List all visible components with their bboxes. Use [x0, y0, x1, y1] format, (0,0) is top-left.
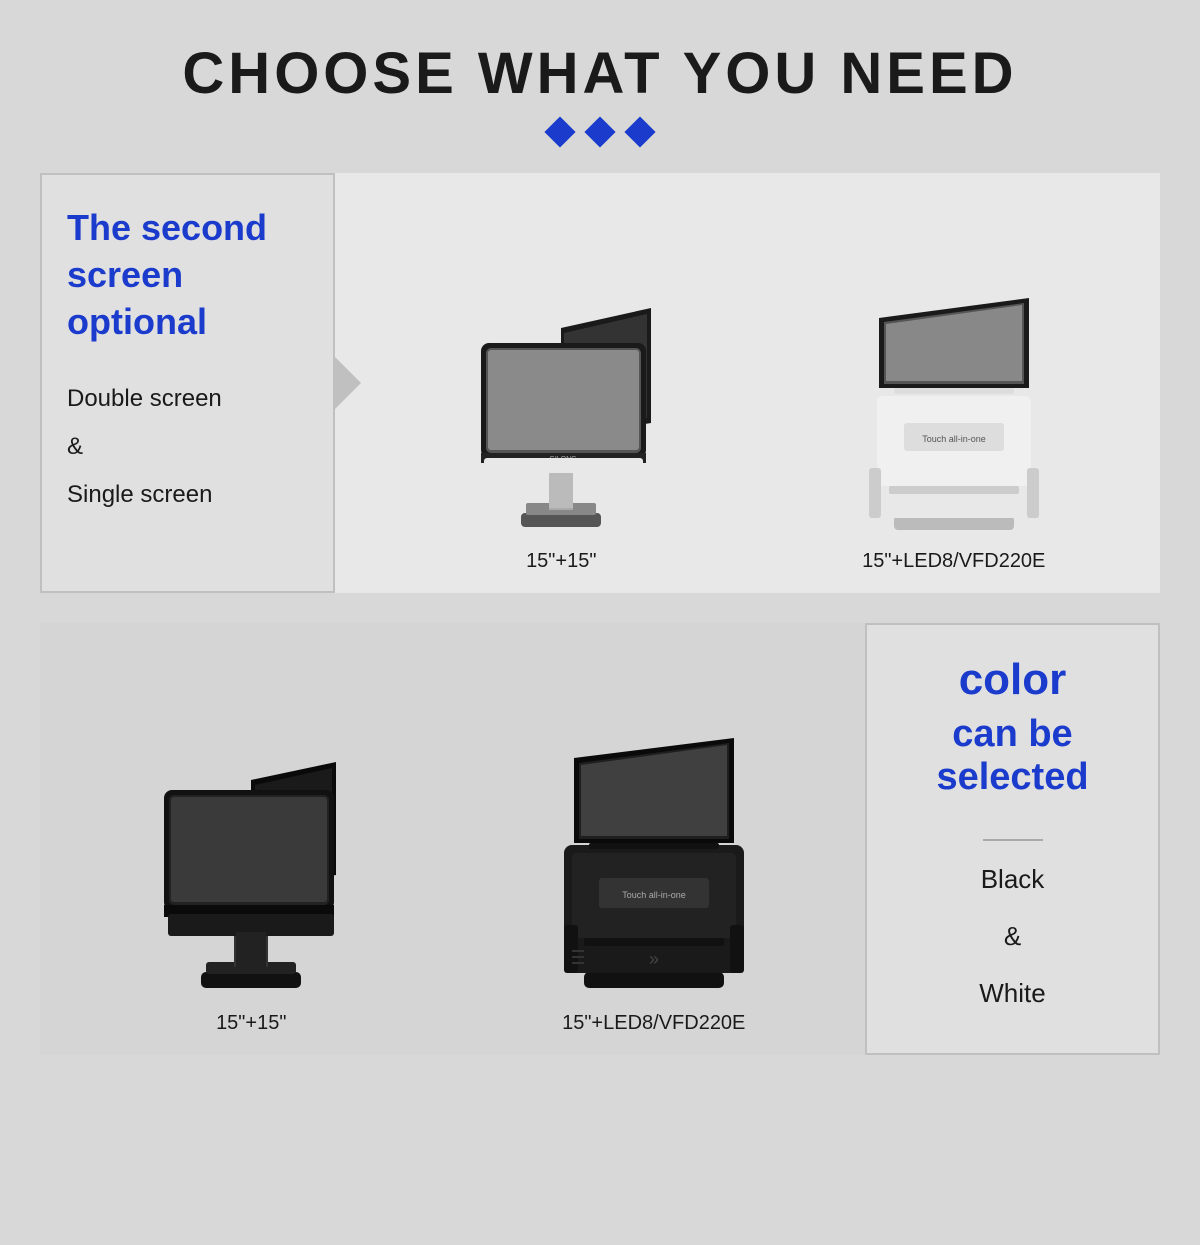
double-screen-black-svg: GILONG TOUCH ALL-IN-ONE: [146, 710, 356, 1000]
diamond-icon-1: [544, 116, 575, 147]
bottom-product-2-label: 15"+LED8/VFD220E: [562, 1012, 745, 1035]
top-product-1-label: 15"+15": [526, 550, 596, 573]
second-screen-title: The second screen optional: [67, 205, 308, 345]
diamond-icon-2: [584, 116, 615, 147]
double-screen-white-svg: GILONG: [456, 268, 666, 538]
svg-text:Touch all-in-one: Touch all-in-one: [922, 434, 986, 444]
color-subtitle: can be selected: [892, 713, 1133, 799]
page-wrapper: CHOOSE WHAT YOU NEED The second screen o…: [0, 0, 1200, 1095]
top-product-2: Touch all-in-one 15"+LED8/VFD220E: [778, 268, 1131, 573]
bottom-products-area: GILONG TOUCH ALL-IN-ONE 15"+15": [40, 623, 865, 1055]
printer-white-svg: Touch all-in-one: [839, 268, 1069, 538]
top-section: The second screen optional Double screen…: [40, 173, 1160, 593]
svg-text:Touch all-in-one: Touch all-in-one: [622, 890, 686, 900]
divider: [983, 839, 1043, 841]
top-products-area: GILONG 15"+15": [335, 173, 1160, 593]
screen-options: Double screen & Single screen: [67, 375, 308, 519]
color-title: color: [959, 655, 1067, 705]
diamond-icon-3: [624, 116, 655, 147]
left-panel: The second screen optional Double screen…: [40, 173, 335, 593]
top-product-2-label: 15"+LED8/VFD220E: [862, 550, 1045, 573]
printer-black-svg: Touch all-in-one »: [539, 710, 769, 1000]
color-options: Black & White: [979, 851, 1045, 1023]
bottom-product-1: GILONG TOUCH ALL-IN-ONE 15"+15": [70, 710, 433, 1035]
diamonds-decoration: [40, 121, 1160, 143]
bottom-section: GILONG TOUCH ALL-IN-ONE 15"+15": [40, 623, 1160, 1055]
top-product-1: GILONG 15"+15": [385, 268, 738, 573]
color-panel: color can be selected Black & White: [865, 623, 1160, 1055]
header: CHOOSE WHAT YOU NEED: [40, 40, 1160, 143]
bottom-product-1-label: 15"+15": [216, 1012, 286, 1035]
arrow-right-icon: [333, 355, 361, 411]
svg-text:»: »: [649, 949, 659, 969]
main-title: CHOOSE WHAT YOU NEED: [40, 40, 1160, 107]
bottom-product-2: Touch all-in-one »: [473, 710, 836, 1035]
